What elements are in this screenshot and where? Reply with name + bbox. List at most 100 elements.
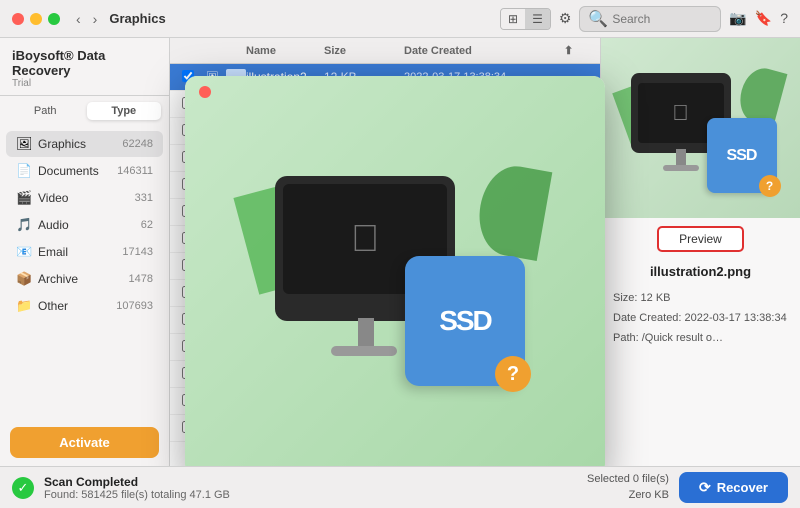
- sidebar-item-audio[interactable]: 🎵 Audio 62: [6, 212, 163, 238]
- graphics-icon: 🖼: [16, 136, 32, 152]
- ssd-box: SSD ?: [707, 118, 777, 193]
- main-wrapper: iBoysoft® Data Recovery Trial Path Type …: [0, 38, 800, 466]
- sidebar-item-email[interactable]: 📧 Email 17143: [6, 239, 163, 265]
- sidebar-item-archive[interactable]: 📦 Archive 1478: [6, 266, 163, 292]
- popup-close-button[interactable]: [199, 86, 211, 98]
- preview-path-row: Path: /Quick result o…: [613, 329, 788, 349]
- preview-date-row: Date Created: 2022-03-17 13:38:34: [613, 309, 788, 329]
- preview-filename: illustration2.png: [601, 260, 800, 283]
- camera-icon[interactable]: 📷: [729, 10, 746, 27]
- popup-monitor-stand: [358, 318, 374, 348]
- help-icon[interactable]: ?: [780, 10, 788, 27]
- sidebar-label-email: Email: [38, 245, 122, 259]
- selected-size: Zero KB: [587, 488, 669, 503]
- sidebar-items: 🖼 Graphics 62248 📄 Documents 146311 🎬 Vi…: [0, 126, 169, 419]
- maximize-button[interactable]: [48, 13, 60, 25]
- grid-view-button[interactable]: ⊞: [501, 9, 525, 29]
- popup-image-content:  SSD ?: [185, 76, 605, 466]
- date-value: 2022-03-17 13:38:34: [685, 312, 787, 324]
- scan-complete-icon: ✓: [12, 477, 34, 499]
- scan-found-text: Found: 581425 file(s) totaling 47.1 GB: [44, 489, 230, 501]
- list-view-button[interactable]: ☰: [525, 9, 550, 29]
- forward-button[interactable]: ›: [89, 9, 102, 29]
- audio-icon: 🎵: [16, 217, 32, 233]
- bottom-bar: ✓ Scan Completed Found: 581425 file(s) t…: [0, 466, 800, 508]
- sidebar-label-graphics: Graphics: [38, 137, 122, 151]
- sidebar-label-other: Other: [38, 299, 116, 313]
- email-icon: 📧: [16, 244, 32, 260]
- scan-status-text: Scan Completed: [44, 475, 230, 489]
- title-bar: ‹ › Graphics ⊞ ☰ ⚙ 🔍 📷 🔖 ?: [0, 0, 800, 38]
- sidebar-label-archive: Archive: [38, 272, 129, 286]
- search-box: 🔍: [579, 6, 721, 32]
- popup-ssd-box: SSD ?: [405, 256, 525, 386]
- path-label: Path:: [613, 332, 639, 344]
- popup-mac-illustration:  SSD ?: [255, 156, 535, 396]
- scan-status-area: Scan Completed Found: 581425 file(s) tot…: [44, 475, 230, 501]
- path-value: /Quick result o…: [642, 332, 723, 344]
- preview-panel:  SSD ? Preview illustration2.png Size:: [600, 38, 800, 466]
- sidebar-count-email: 17143: [122, 246, 153, 258]
- recover-button[interactable]: ⟳ Recover: [679, 472, 788, 503]
- preview-details: Size: 12 KB Date Created: 2022-03-17 13:…: [601, 283, 800, 354]
- window-title: Graphics: [109, 11, 500, 26]
- nav-arrows: ‹ ›: [72, 9, 101, 29]
- sidebar-count-video: 331: [135, 192, 153, 204]
- preview-size-row: Size: 12 KB: [613, 289, 788, 309]
- activate-button[interactable]: Activate: [10, 427, 159, 458]
- ssd-label: SSD: [727, 147, 757, 165]
- popup-apple-logo-icon: : [351, 218, 380, 261]
- sidebar-item-documents[interactable]: 📄 Documents 146311: [6, 158, 163, 184]
- monitor-base: [663, 165, 699, 171]
- bookmark-icon[interactable]: 🔖: [755, 10, 772, 27]
- ssd-question-mark: ?: [759, 175, 781, 197]
- search-input[interactable]: [612, 12, 712, 26]
- sidebar-label-audio: Audio: [38, 218, 141, 232]
- view-toggle: ⊞ ☰: [500, 8, 551, 30]
- sidebar-item-video[interactable]: 🎬 Video 331: [6, 185, 163, 211]
- header-date: Date Created: [404, 45, 564, 57]
- sidebar: iBoysoft® Data Recovery Trial Path Type …: [0, 38, 170, 466]
- sidebar-label-documents: Documents: [38, 164, 117, 178]
- popup-monitor-base: [331, 346, 397, 356]
- sidebar-count-archive: 1478: [129, 273, 153, 285]
- archive-icon: 📦: [16, 271, 32, 287]
- header-size: Size: [324, 45, 404, 57]
- size-label: Size:: [613, 292, 637, 304]
- sidebar-label-video: Video: [38, 191, 135, 205]
- back-button[interactable]: ‹: [72, 9, 85, 29]
- sidebar-count-audio: 62: [141, 219, 153, 231]
- popup-ssd-question-mark: ?: [495, 356, 531, 392]
- recover-icon: ⟳: [699, 479, 711, 496]
- preview-popup:  SSD ?: [185, 76, 605, 466]
- toolbar-icons: 📷 🔖 ?: [729, 10, 788, 27]
- other-icon: 📁: [16, 298, 32, 314]
- traffic-lights: [12, 13, 60, 25]
- close-button[interactable]: [12, 13, 24, 25]
- selected-info: Selected 0 file(s) Zero KB: [587, 472, 669, 503]
- search-icon: 🔍: [588, 9, 608, 29]
- documents-icon: 📄: [16, 163, 32, 179]
- minimize-button[interactable]: [30, 13, 42, 25]
- preview-thumbnail:  SSD ?: [601, 38, 800, 218]
- popup-leaf-right: [473, 161, 553, 261]
- sidebar-item-other[interactable]: 📁 Other 107693: [6, 293, 163, 319]
- filter-button[interactable]: ⚙: [559, 10, 572, 27]
- selected-count: Selected 0 file(s): [587, 472, 669, 487]
- mac-illustration:  SSD ?: [621, 63, 781, 193]
- apple-logo-icon: : [672, 100, 689, 126]
- tab-type[interactable]: Type: [87, 102, 162, 120]
- sidebar-item-graphics[interactable]: 🖼 Graphics 62248: [6, 131, 163, 157]
- toolbar-right: ⊞ ☰ ⚙ 🔍 📷 🔖 ?: [500, 6, 788, 32]
- header-name: Name: [246, 45, 324, 57]
- sidebar-count-other: 107693: [116, 300, 153, 312]
- preview-button[interactable]: Preview: [657, 226, 744, 252]
- sidebar-header: iBoysoft® Data Recovery Trial: [0, 38, 169, 96]
- file-list-header: Name Size Date Created ⬆: [170, 38, 600, 64]
- sidebar-count-graphics: 62248: [122, 138, 153, 150]
- preview-image-area:  SSD ?: [601, 38, 800, 218]
- video-icon: 🎬: [16, 190, 32, 206]
- preview-btn-area: Preview: [601, 218, 800, 260]
- tab-path[interactable]: Path: [8, 102, 83, 120]
- sidebar-tabs: Path Type: [0, 96, 169, 126]
